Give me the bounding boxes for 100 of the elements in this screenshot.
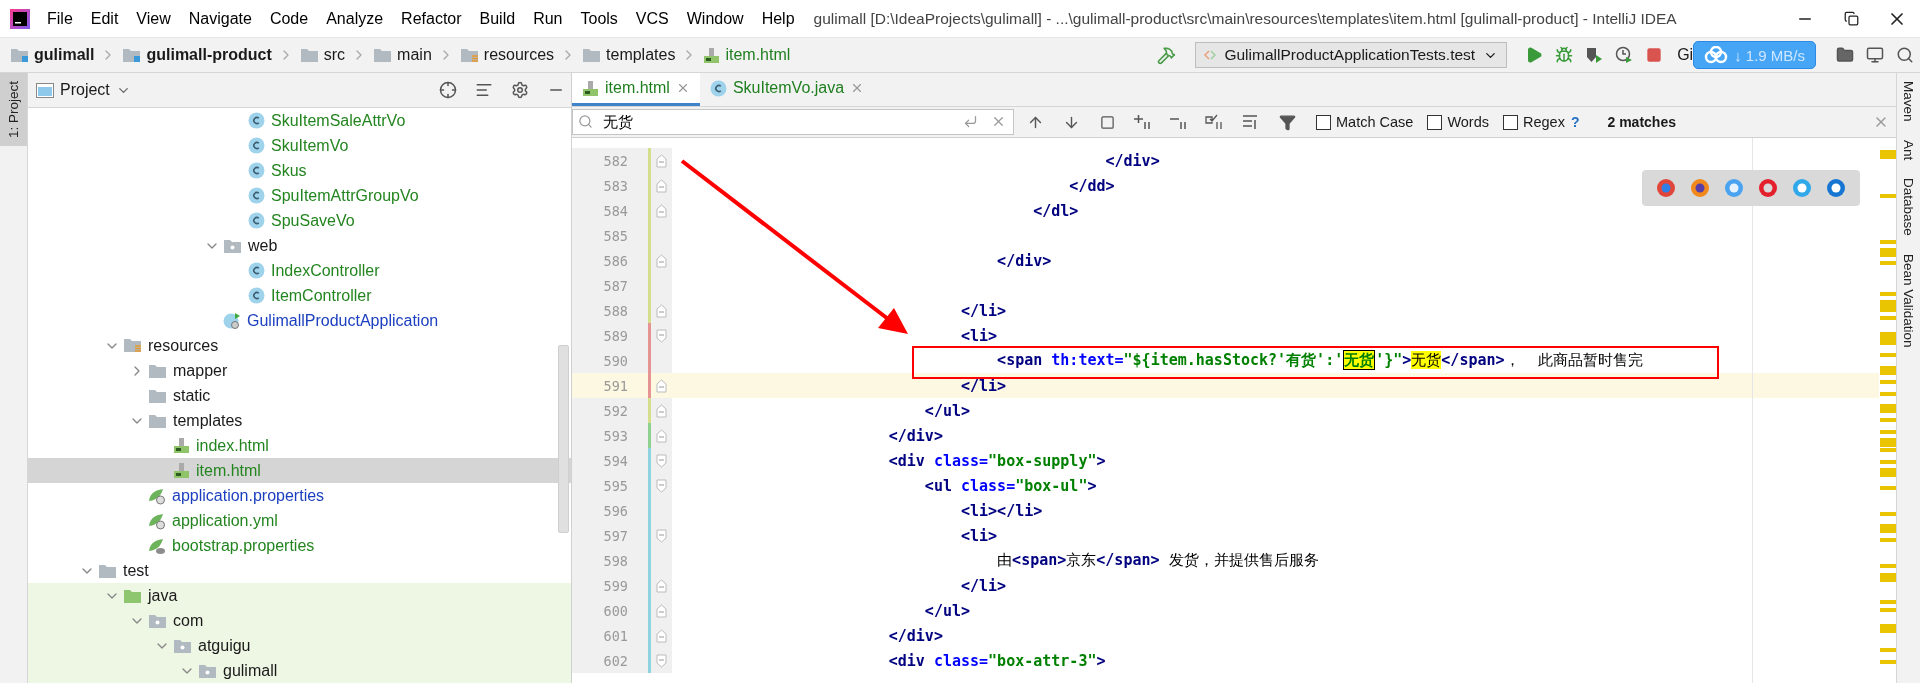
select-all-icon[interactable]: [1099, 114, 1115, 130]
search-option[interactable]: Regex: [1503, 114, 1565, 130]
search-option[interactable]: Words: [1427, 114, 1489, 130]
tree-item[interactable]: atguigu: [28, 633, 571, 658]
menu-item[interactable]: Tools: [571, 9, 627, 28]
run-config-dropdown[interactable]: GulimallProductApplicationTests.test: [1195, 42, 1508, 68]
tool-window-tab[interactable]: Ant: [1901, 139, 1916, 160]
hammer-icon[interactable]: [1156, 45, 1176, 65]
stop-icon[interactable]: [1646, 47, 1663, 63]
menu-item[interactable]: Code: [260, 9, 318, 28]
browser-icon[interactable]: [1792, 178, 1812, 198]
tree-item[interactable]: ItemController: [28, 283, 571, 308]
tree-item[interactable]: SpuSaveVo: [28, 208, 571, 233]
browser-icon[interactable]: [1724, 178, 1744, 198]
breadcrumb-item[interactable]: resources: [459, 46, 555, 64]
tree-item[interactable]: SpuItemAttrGroupVo: [28, 183, 571, 208]
tree-item[interactable]: com: [28, 608, 571, 633]
code-text: </li>: [960, 376, 1007, 395]
add-cursor-icon[interactable]: [1133, 114, 1153, 130]
breadcrumb-item[interactable]: gulimall: [10, 46, 95, 64]
settings-icon[interactable]: [511, 81, 529, 99]
run-icon[interactable]: [1525, 46, 1544, 64]
menu-item[interactable]: Build: [470, 9, 525, 28]
coverage-icon[interactable]: [1585, 46, 1604, 64]
panel-title[interactable]: Project: [60, 81, 110, 99]
line-number: 602: [602, 652, 628, 669]
breadcrumb-item[interactable]: src: [299, 46, 346, 64]
collapse-icon[interactable]: [475, 81, 493, 99]
breadcrumb-item[interactable]: templates: [582, 46, 676, 64]
line-number: 586: [602, 252, 628, 269]
tree-item[interactable]: index.html: [28, 433, 571, 458]
tree-item[interactable]: test: [28, 558, 571, 583]
menu-item[interactable]: VCS: [626, 9, 678, 28]
tree-item[interactable]: SkuItemVo: [28, 133, 571, 158]
tree-item[interactable]: static: [28, 383, 571, 408]
menu-item[interactable]: File: [38, 9, 82, 28]
project-tool-button[interactable]: 1: Project: [0, 73, 27, 147]
clear-icon[interactable]: [991, 114, 1006, 129]
tree-item[interactable]: templates: [28, 408, 571, 433]
terminal-icon[interactable]: [1866, 46, 1884, 64]
tree-item[interactable]: application.properties: [28, 483, 571, 508]
spring-class-icon: [223, 311, 241, 330]
menu-item[interactable]: View: [127, 9, 180, 28]
checkbox[interactable]: [1427, 114, 1443, 130]
match-count: 2 matches: [1607, 114, 1677, 130]
bug-icon[interactable]: [1555, 46, 1574, 64]
tree-item[interactable]: IndexController: [28, 258, 571, 283]
tree-item[interactable]: GulimallProductApplication: [28, 308, 571, 333]
editor-tab[interactable]: SkuItemVo.java: [699, 73, 875, 106]
enter-icon[interactable]: [963, 114, 978, 129]
checkbox[interactable]: [1316, 114, 1331, 130]
line-number: 597: [602, 527, 628, 544]
browser-icon[interactable]: [1826, 178, 1846, 198]
menu-item[interactable]: Run: [524, 9, 572, 28]
code-text: </div>: [887, 626, 943, 645]
browser-icon[interactable]: [1656, 178, 1676, 198]
editor-tab[interactable]: item.html: [572, 73, 700, 106]
menu-item[interactable]: Refactor: [392, 9, 471, 28]
search-icon[interactable]: [1896, 46, 1914, 64]
filter-icon[interactable]: [1278, 113, 1296, 131]
code-text: </ul>: [923, 401, 970, 420]
folder-icon[interactable]: [1836, 46, 1854, 64]
tree-item[interactable]: application.yml: [28, 508, 571, 533]
profiler-icon[interactable]: [1615, 46, 1634, 64]
tool-window-tab[interactable]: Database: [1901, 177, 1916, 236]
html-file-icon: [173, 462, 190, 479]
search-option[interactable]: Match Case: [1316, 114, 1414, 130]
html-file-icon: [703, 46, 721, 64]
line-number: 593: [602, 427, 628, 444]
menu-item[interactable]: Analyze: [317, 9, 393, 28]
tree-item[interactable]: SkuItemSaleAttrVo: [28, 108, 571, 133]
menu-item[interactable]: Navigate: [179, 9, 261, 28]
browser-icon[interactable]: [1758, 178, 1778, 198]
breadcrumb-item[interactable]: main: [373, 46, 432, 64]
class-icon: [248, 262, 265, 279]
tree-item[interactable]: resources: [28, 333, 571, 358]
line-number: 588: [602, 302, 628, 319]
browser-icon[interactable]: [1690, 178, 1710, 198]
crosshair-icon[interactable]: [439, 81, 457, 99]
vcs-label[interactable]: Gi: [1677, 46, 1694, 64]
menu-item[interactable]: Window: [677, 9, 753, 28]
search-field[interactable]: 无货: [572, 109, 1014, 135]
context-icon[interactable]: [1242, 114, 1260, 130]
tree-item[interactable]: bootstrap.properties: [28, 533, 571, 558]
select-all-occurrences-icon[interactable]: [1205, 114, 1225, 130]
menu-item[interactable]: Help: [752, 9, 804, 28]
tree-item[interactable]: java: [28, 583, 571, 608]
help-link[interactable]: ?: [1570, 114, 1580, 130]
tree-item[interactable]: mapper: [28, 358, 571, 383]
breadcrumb-item[interactable]: gulimall-product: [122, 46, 272, 64]
breadcrumb-item[interactable]: item.html: [703, 46, 791, 64]
checkbox[interactable]: [1503, 114, 1518, 130]
tree-item[interactable]: gulimall: [28, 658, 571, 683]
tree-item[interactable]: Skus: [28, 158, 571, 183]
scrollbar[interactable]: [558, 345, 569, 533]
tool-window-tab[interactable]: Bean Validation: [1901, 253, 1916, 348]
tool-window-tab[interactable]: Maven: [1901, 81, 1916, 122]
menu-item[interactable]: Edit: [81, 9, 128, 28]
tree-item[interactable]: web: [28, 233, 571, 258]
restore-icon[interactable]: [1843, 11, 1859, 26]
